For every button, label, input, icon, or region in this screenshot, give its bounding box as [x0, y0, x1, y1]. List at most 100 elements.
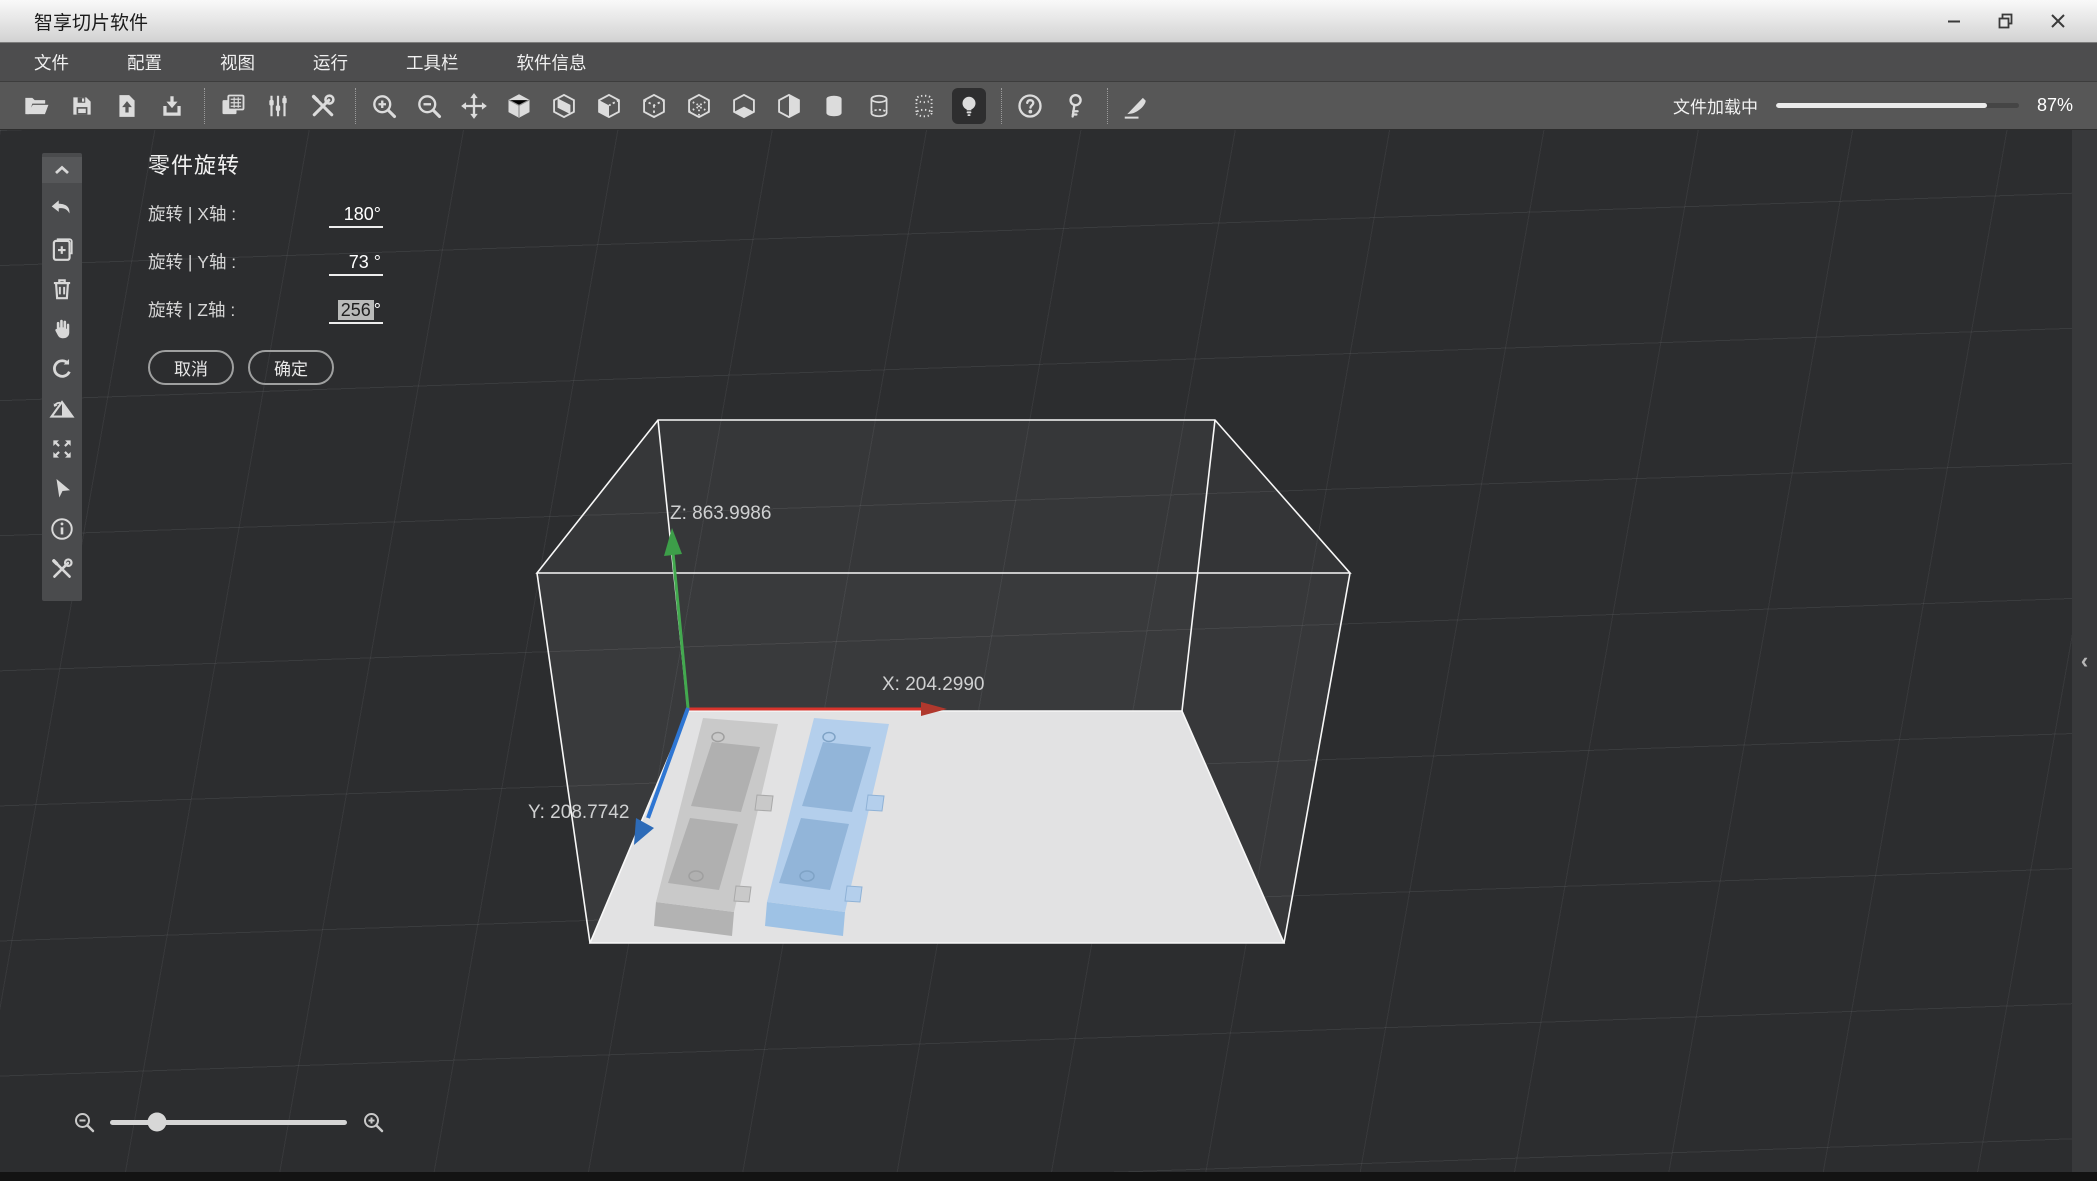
bulb-icon [956, 93, 982, 119]
menu-item-run[interactable]: 运行 [313, 50, 348, 75]
minimize-icon [1945, 12, 1963, 30]
undo-button[interactable] [42, 189, 82, 229]
add-part-button[interactable] [42, 229, 82, 269]
loading-progress-fill [1775, 103, 1988, 108]
zoom-control [72, 1110, 385, 1134]
pan-button[interactable] [42, 309, 82, 349]
save-file-button[interactable] [65, 88, 99, 124]
rotation-y-unit: ° [368, 252, 381, 272]
cylinder-dots-icon [911, 93, 937, 119]
move-arrows-icon [460, 92, 488, 120]
rotation-z-input[interactable]: 256 ° [329, 300, 383, 324]
zoom-slider[interactable] [110, 1112, 347, 1132]
machine-panel-button[interactable] [216, 88, 250, 124]
bottom-edge [0, 1172, 2097, 1181]
mirror-triangle-icon [48, 395, 76, 423]
toolbar-separator [204, 87, 206, 124]
view-hidden-edges-button[interactable] [682, 88, 716, 124]
fit-view-button[interactable] [42, 429, 82, 469]
save-icon [69, 93, 95, 119]
cylinder-wireframe-view-button[interactable] [862, 88, 896, 124]
part-rotation-panel: 零件旋转 旋转 | X轴 :180° 旋转 | Y轴 :73 ° 旋转 | Z轴 :… [148, 148, 383, 385]
zoom-out-button[interactable] [412, 88, 446, 124]
cylinder-solid-view-button[interactable] [817, 88, 851, 124]
file-export-icon [114, 93, 140, 119]
y-axis-label: Y: 208.7742 [528, 802, 629, 823]
toolbar-separator [355, 87, 357, 124]
delete-part-button[interactable] [42, 269, 82, 309]
menu-item-software-info[interactable]: 软件信息 [517, 50, 587, 75]
toolbar-separator [1001, 87, 1003, 124]
zoom-in-icon[interactable] [361, 1110, 385, 1134]
light-toggle-button[interactable] [952, 87, 986, 124]
tools-button[interactable] [306, 88, 340, 124]
ok-button[interactable]: 确定 [248, 350, 334, 385]
open-folder-icon [23, 92, 51, 120]
rotation-x-unit: ° [373, 204, 381, 224]
rotation-z-label: 旋转 | Z轴 : [148, 300, 236, 320]
z-axis-label: Z: 863.9986 [670, 503, 771, 524]
cancel-button[interactable]: 取消 [148, 350, 234, 385]
zoom-in-button[interactable] [367, 88, 401, 124]
parameter-sliders-button[interactable] [261, 88, 295, 124]
duplicate-cards-icon [219, 92, 247, 120]
rotation-z-row: 旋转 | Z轴 : 256 ° [148, 297, 383, 324]
cube-dotted-icon [640, 92, 668, 120]
loading-percent: 87% [2036, 95, 2073, 115]
view-bottom-button[interactable] [727, 88, 761, 124]
zoom-out-icon[interactable] [72, 1110, 96, 1134]
collapse-panel-button[interactable] [42, 157, 82, 183]
menu-item-view[interactable]: 视图 [220, 50, 255, 75]
toolbar-separator [1107, 87, 1109, 124]
view-half-section-button[interactable] [772, 88, 806, 124]
menu-item-config[interactable]: 配置 [127, 50, 162, 75]
menu-item-toolbar[interactable]: 工具栏 [406, 50, 459, 75]
cube-inner-dots-icon [685, 92, 713, 120]
restore-icon [1997, 12, 2015, 30]
view-open-button[interactable] [592, 88, 626, 124]
rotation-x-input[interactable]: 180° [329, 204, 383, 228]
move-button[interactable] [457, 88, 491, 124]
close-button[interactable] [2039, 6, 2077, 36]
right-panel-strip: ‹ [2072, 130, 2097, 1172]
select-button[interactable] [42, 469, 82, 509]
expand-arrows-icon [49, 436, 75, 462]
cube-sheet-icon [550, 92, 578, 120]
rotation-y-input[interactable]: 73 ° [329, 252, 383, 276]
sliders-icon [265, 93, 291, 119]
help-button[interactable] [1013, 88, 1047, 124]
minimize-button[interactable] [1935, 6, 1973, 36]
panel-title: 零件旋转 [148, 153, 241, 178]
mirror-part-button[interactable] [42, 389, 82, 429]
export-file-button[interactable] [110, 88, 144, 124]
cylinder-points-view-button[interactable] [907, 88, 941, 124]
cube-open-icon [595, 92, 623, 120]
rotation-x-label: 旋转 | X轴 : [148, 204, 237, 224]
crossed-tools-icon [49, 556, 75, 582]
view-solid-button[interactable] [502, 88, 536, 124]
undo-arrow-icon [49, 196, 75, 222]
menu-item-file[interactable]: 文件 [34, 50, 69, 75]
slicer-app-window: { "window": { "title": "智享切片软件", "contro… [0, 0, 2097, 1181]
restore-button[interactable] [1987, 6, 2025, 36]
info-circle-icon [49, 516, 75, 542]
close-icon [2049, 12, 2067, 30]
part-info-button[interactable] [42, 509, 82, 549]
import-file-button[interactable] [155, 88, 189, 124]
rotation-z-unit: ° [373, 300, 381, 320]
slice-knife-button[interactable] [1119, 88, 1153, 124]
license-key-button[interactable] [1058, 88, 1092, 124]
title-bar: 智享切片软件 [0, 0, 2097, 43]
key-icon [1061, 92, 1089, 120]
view-plane-button[interactable] [547, 88, 581, 124]
open-file-button[interactable] [20, 88, 54, 124]
zoom-slider-thumb[interactable] [147, 1112, 167, 1132]
main-toolbar: 文件加载中 87% [0, 82, 2097, 130]
chevron-up-icon [50, 158, 74, 182]
expand-right-panel-button[interactable]: ‹ [2072, 648, 2097, 674]
import-tray-icon [159, 93, 185, 119]
zoom-out-icon [415, 92, 443, 120]
repair-part-button[interactable] [42, 549, 82, 589]
rotate-part-button[interactable] [42, 349, 82, 389]
view-wireframe-button[interactable] [637, 88, 671, 124]
